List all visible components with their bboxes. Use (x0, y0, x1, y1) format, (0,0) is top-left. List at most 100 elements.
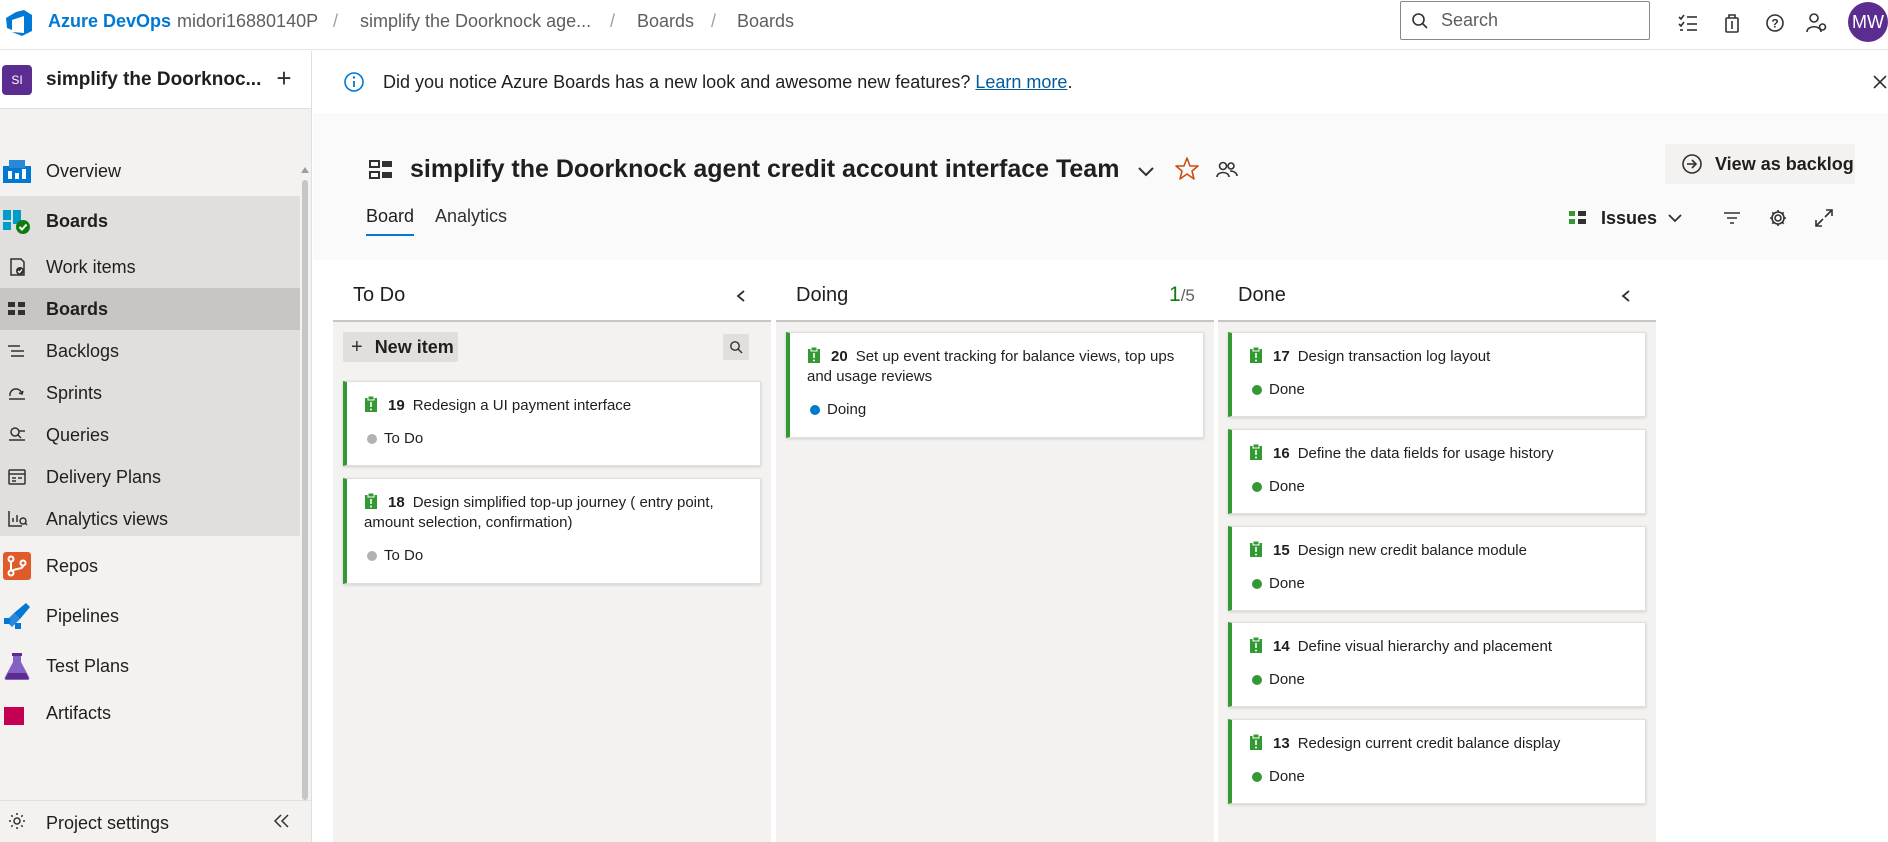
card-title-text: Design new credit balance module (1297, 542, 1527, 559)
card-title[interactable]: 15 Design new credit balance module (1249, 540, 1631, 561)
card-id: 18 (388, 494, 405, 511)
column-header: Doing 1/5 (776, 260, 1214, 322)
collapse-column-icon[interactable] (1614, 284, 1638, 308)
work-item-card[interactable]: 16 Define the data fields for usage histo… (1228, 429, 1646, 514)
project-name[interactable]: simplify the Doorknoc... (46, 69, 261, 91)
filter-icon[interactable] (1717, 203, 1747, 233)
user-settings-icon[interactable] (1802, 8, 1832, 38)
marketplace-bag-icon[interactable] (1717, 8, 1747, 38)
sidebar-item-work-items[interactable]: Work items (0, 246, 300, 288)
work-item-card[interactable]: 18 Design simplified top-up journey ( ent… (343, 478, 761, 584)
sidebar-item-sprints[interactable]: Sprints (0, 372, 300, 414)
sidebar-item-label: Work items (46, 256, 136, 277)
active-tab-indicator (366, 234, 414, 236)
card-state[interactable]: To Do (367, 547, 423, 564)
new-item-label: New item (374, 336, 454, 357)
card-title[interactable]: 20 Set up event tracking for balance view… (807, 346, 1189, 387)
breadcrumb-organization[interactable]: midori16880140P (177, 11, 318, 32)
sidebar-item-test-plans[interactable]: Test Plans (0, 641, 300, 691)
card-title-text: Redesign a UI payment interface (412, 397, 632, 414)
card-title[interactable]: 17 Design transaction log layout (1249, 346, 1631, 367)
issue-icon (1250, 540, 1262, 557)
collapse-sidebar-icon[interactable] (272, 812, 290, 835)
column-header: To Do (333, 260, 771, 322)
work-item-card[interactable]: 20 Set up event tracking for balance view… (786, 332, 1204, 438)
new-item-button[interactable]: + New item (343, 332, 458, 362)
sidebar-item-backlogs[interactable]: Backlogs (0, 330, 300, 372)
card-title[interactable]: 13 Redesign current credit balance displa… (1249, 733, 1631, 754)
sidebar-item-overview[interactable]: Overview (0, 146, 300, 196)
sidebar-item-delivery-plans[interactable]: Delivery Plans (0, 456, 300, 498)
card-state[interactable]: Done (1252, 671, 1305, 688)
work-item-card[interactable]: 15 Design new credit balance module Done (1228, 526, 1646, 611)
sidebar-item-repos[interactable]: Repos (0, 541, 300, 591)
card-state[interactable]: Done (1252, 381, 1305, 398)
fullscreen-expand-icon[interactable] (1809, 203, 1839, 233)
breadcrumb-project[interactable]: simplify the Doorknock age... (360, 11, 591, 32)
view-as-backlog-button[interactable]: View as backlog (1665, 144, 1855, 184)
azure-devops-logo-icon[interactable] (4, 8, 34, 38)
sidebar-scrollbar[interactable] (300, 107, 310, 842)
tab-analytics[interactable]: Analytics (435, 206, 507, 227)
breadcrumb-boards[interactable]: Boards (737, 11, 794, 32)
card-title[interactable]: 18 Design simplified top-up journey ( ent… (364, 492, 746, 533)
brand-link[interactable]: Azure DevOps (48, 11, 171, 32)
issue-icon (1250, 443, 1262, 460)
project-avatar[interactable]: SI (2, 65, 32, 95)
add-icon[interactable]: + (272, 63, 296, 93)
card-state[interactable]: Done (1252, 768, 1305, 785)
card-state[interactable]: To Do (367, 430, 423, 447)
help-icon[interactable]: ? (1760, 8, 1790, 38)
card-title[interactable]: 16 Define the data fields for usage histo… (1249, 443, 1631, 464)
card-id: 14 (1273, 638, 1290, 655)
scroll-up-icon[interactable] (301, 167, 309, 173)
card-state[interactable]: Done (1252, 575, 1305, 592)
sidebar-item-boards[interactable]: Boards (0, 288, 300, 330)
backlog-level-icon (1569, 211, 1586, 224)
close-icon[interactable] (1868, 67, 1888, 97)
column-done: Done 17 Design transaction log layout Don… (1218, 260, 1656, 842)
scroll-thumb[interactable] (302, 180, 308, 800)
learn-more-link[interactable]: Learn more (975, 72, 1067, 92)
wip-current: 1 (1169, 283, 1181, 306)
column-search-icon[interactable] (723, 334, 749, 360)
announcement-banner: Did you notice Azure Boards has a new lo… (313, 51, 1888, 113)
work-item-card[interactable]: 13 Redesign current credit balance displa… (1228, 719, 1646, 804)
test-plans-icon (2, 651, 32, 681)
card-title[interactable]: 19 Redesign a UI payment interface (364, 395, 746, 416)
project-settings-row[interactable]: Project settings (0, 800, 311, 842)
breadcrumb-boards-hub[interactable]: Boards (637, 11, 694, 32)
chevron-down-icon[interactable] (1133, 158, 1159, 184)
card-state[interactable]: Doing (810, 401, 866, 418)
sidebar-item-boards-hub[interactable]: Boards (0, 196, 300, 246)
work-item-card[interactable]: 14 Define visual hierarchy and placement … (1228, 622, 1646, 707)
work-item-card[interactable]: 17 Design transaction log layout Done (1228, 332, 1646, 417)
tab-board[interactable]: Board (366, 206, 414, 227)
card-title-text: Define visual hierarchy and placement (1297, 638, 1552, 655)
card-state[interactable]: Done (1252, 478, 1305, 495)
favorite-star-icon[interactable] (1173, 155, 1201, 183)
work-item-card[interactable]: 19 Redesign a UI payment interface To Do (343, 381, 761, 466)
collapse-column-icon[interactable] (729, 284, 753, 308)
kanban-board: To Do + New item 19 Redesign a UI payment… (313, 260, 1888, 842)
backlog-level-selector[interactable]: Issues (1569, 203, 1683, 233)
team-title[interactable]: simplify the Doorknock agent credit acco… (410, 155, 1119, 184)
sidebar-item-analytics-views[interactable]: Analytics views (0, 498, 300, 540)
user-avatar[interactable]: MW (1848, 2, 1888, 42)
sidebar-item-artifacts[interactable]: Artifacts (0, 691, 300, 733)
search-box[interactable]: Search (1400, 1, 1650, 40)
issue-icon (365, 492, 377, 509)
team-board-icon (369, 160, 392, 179)
task-list-icon[interactable] (1673, 8, 1703, 38)
card-title-text: Design simplified top-up journey ( entry… (364, 494, 714, 531)
card-id: 19 (388, 397, 405, 414)
sidebar-item-pipelines[interactable]: Pipelines (0, 591, 300, 641)
top-bar: Azure DevOps midori16880140P / simplify … (0, 0, 1888, 50)
sidebar-item-queries[interactable]: Queries (0, 414, 300, 456)
card-title[interactable]: 14 Define visual hierarchy and placement (1249, 636, 1631, 657)
sidebar-item-label: Delivery Plans (46, 466, 162, 487)
settings-gear-icon[interactable] (1763, 203, 1793, 233)
search-icon (1412, 12, 1428, 29)
card-state-label: Done (1269, 768, 1305, 785)
team-members-icon[interactable] (1214, 157, 1240, 183)
